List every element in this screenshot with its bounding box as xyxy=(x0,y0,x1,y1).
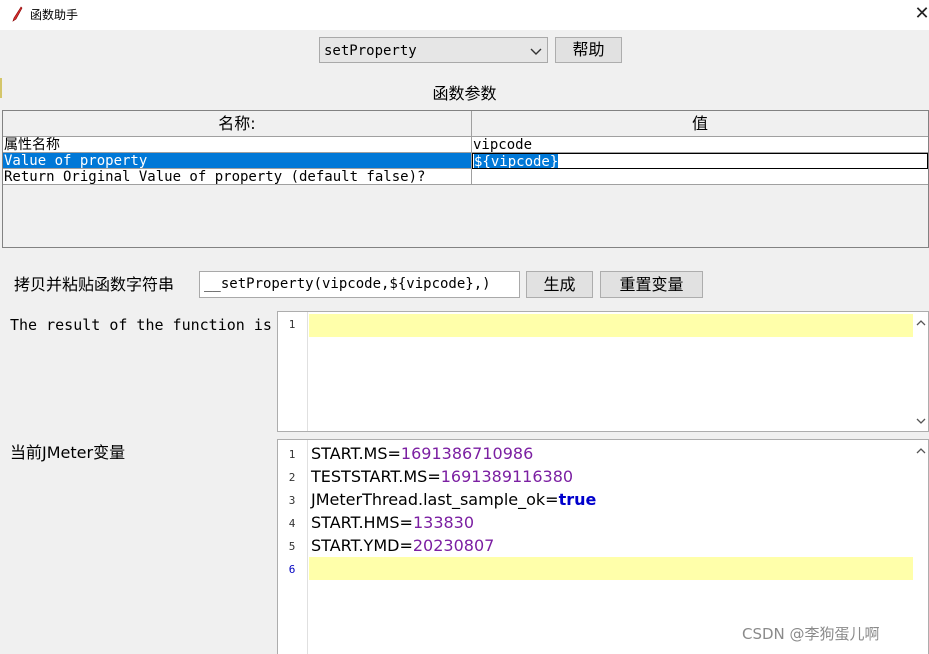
jmeter-variables-editor[interactable]: 1 2 3 4 5 6 START.MS=1691386710986 TESTS… xyxy=(277,439,929,654)
table-cell-name[interactable]: Return Original Value of property (defau… xyxy=(3,169,472,185)
line-number: 3 xyxy=(288,494,296,507)
params-label: 函数参数 xyxy=(432,84,497,103)
line-number: 1 xyxy=(288,318,296,331)
close-icon[interactable]: ✕ xyxy=(914,4,929,24)
line-number: 5 xyxy=(288,540,296,553)
feather-pen-icon xyxy=(12,6,23,22)
variable-line: START.YMD=20230807 xyxy=(311,534,494,557)
table-cell-value[interactable] xyxy=(472,169,928,185)
variable-value: true xyxy=(558,490,597,509)
current-line-highlight xyxy=(309,557,913,580)
table-cell-value-editing[interactable]: ${vipcode} xyxy=(472,153,928,169)
variable-line: TESTSTART.MS=1691389116380 xyxy=(311,465,573,488)
column-header-name[interactable]: 名称: xyxy=(3,111,472,137)
current-line-highlight xyxy=(309,314,913,337)
scroll-up-icon[interactable] xyxy=(914,444,928,458)
scroll-down-icon[interactable] xyxy=(914,414,928,428)
scroll-up-icon[interactable] xyxy=(914,316,928,330)
function-string-field[interactable]: __setProperty(vipcode,${vipcode},) xyxy=(199,271,520,298)
function-select[interactable]: setProperty xyxy=(319,37,548,63)
table-cell-name-selected[interactable]: Value of property xyxy=(3,153,472,169)
variable-key: START.HMS= xyxy=(311,513,413,532)
generate-button[interactable]: 生成 xyxy=(526,271,593,298)
result-label: The result of the function is xyxy=(10,316,272,334)
line-number: 1 xyxy=(288,448,296,461)
variable-key: TESTSTART.MS= xyxy=(311,467,441,486)
line-number: 2 xyxy=(288,471,296,484)
result-editor[interactable]: 1 xyxy=(277,311,929,432)
line-number-current: 6 xyxy=(288,563,296,576)
help-button[interactable]: 帮助 xyxy=(555,37,622,63)
line-number: 4 xyxy=(288,517,296,530)
reset-variables-button[interactable]: 重置变量 xyxy=(600,271,703,298)
variable-value: 1691386710986 xyxy=(400,444,534,463)
variable-value: 1691389116380 xyxy=(440,467,574,486)
title-bar: 函数助手 ✕ xyxy=(0,0,929,30)
variable-line: JMeterThread.last_sample_ok=true xyxy=(311,488,596,511)
variable-line: START.MS=1691386710986 xyxy=(311,442,533,465)
column-header-value[interactable]: 值 xyxy=(472,111,928,137)
copy-paste-label: 拷贝并粘贴函数字符串 xyxy=(14,275,175,294)
chevron-down-icon xyxy=(530,48,542,55)
table-cell-name[interactable]: 属性名称 xyxy=(3,137,472,153)
window-title: 函数助手 xyxy=(30,8,79,22)
variable-key: START.YMD= xyxy=(311,536,413,555)
variable-value: 133830 xyxy=(412,513,475,532)
params-table: 名称: 值 属性名称 vipcode Value of property ${v… xyxy=(2,110,929,248)
table-cell-value[interactable]: vipcode xyxy=(472,137,928,153)
line-number-gutter: 1 2 3 4 5 6 xyxy=(278,440,308,654)
variable-line: START.HMS=133830 xyxy=(311,511,474,534)
watermark: CSDN @李狗蛋儿啊 xyxy=(742,625,880,643)
line-number-gutter: 1 xyxy=(278,312,308,431)
variable-key: START.MS= xyxy=(311,444,401,463)
variable-key: JMeterThread.last_sample_ok= xyxy=(311,490,559,509)
variable-value: 20230807 xyxy=(412,536,495,555)
jmeter-variables-label: 当前JMeter变量 xyxy=(10,443,126,462)
function-select-value: setProperty xyxy=(324,43,417,59)
table-cell-value-text: ${vipcode} xyxy=(474,154,559,169)
